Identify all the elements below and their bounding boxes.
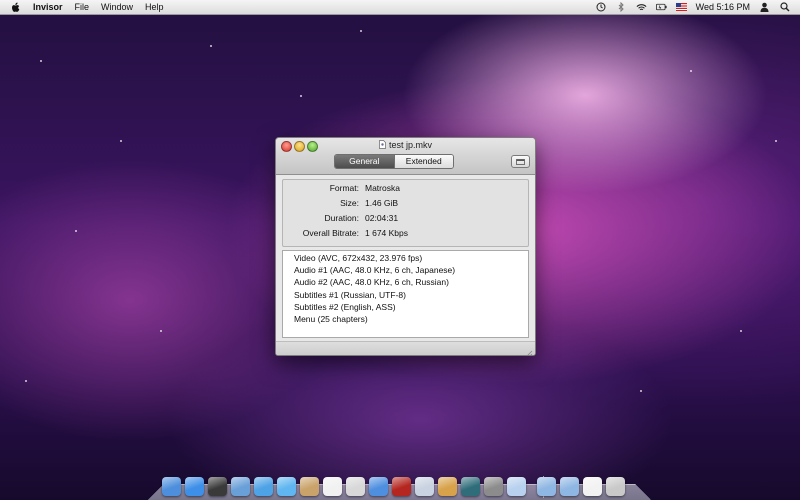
star	[75, 230, 77, 232]
battery-icon[interactable]	[655, 2, 667, 12]
window-title: test jp.mkv	[388, 140, 432, 150]
star	[690, 70, 692, 72]
trash-icon[interactable]	[606, 477, 625, 496]
dock	[148, 462, 651, 500]
menu-app-name[interactable]: Invisor	[33, 0, 63, 14]
duration-value: 02:04:31	[365, 213, 399, 223]
tab-extended[interactable]: Extended	[393, 155, 453, 168]
user-icon[interactable]	[759, 2, 770, 12]
star	[360, 30, 362, 32]
inspector-window: test jp.mkv General Extended Format: Mat…	[275, 137, 536, 356]
list-item[interactable]: Subtitles #1 (Russian, UTF-8)	[294, 290, 406, 300]
bitrate-label: Overall Bitrate:	[302, 228, 359, 238]
star	[25, 380, 27, 382]
ical-icon[interactable]	[323, 477, 342, 496]
us-flag-icon[interactable]	[675, 2, 687, 12]
dashboard-icon[interactable]	[208, 477, 227, 496]
mail-icon[interactable]	[231, 477, 250, 496]
resize-grip-icon[interactable]	[525, 345, 533, 355]
time-machine-status-icon[interactable]	[596, 2, 607, 12]
list-item[interactable]: Subtitles #2 (English, ASS)	[294, 302, 396, 312]
info-row-size: Size: 1.46 GiB	[283, 198, 528, 212]
bluetooth-icon[interactable]	[616, 2, 627, 12]
size-value: 1.46 GiB	[365, 198, 399, 208]
window-titlebar[interactable]: test jp.mkv General Extended	[276, 138, 535, 175]
spotlight-icon[interactable]	[779, 2, 790, 12]
info-row-format: Format: Matroska	[283, 183, 528, 197]
info-row-bitrate: Overall Bitrate: 1 674 Kbps	[283, 228, 528, 242]
star	[160, 330, 162, 332]
list-item[interactable]: Menu (25 chapters)	[294, 314, 368, 324]
preview-icon[interactable]	[346, 477, 365, 496]
view-segmented-control: General Extended	[334, 154, 454, 169]
duration-label: Duration:	[324, 213, 360, 223]
menu-window[interactable]: Window	[101, 0, 133, 14]
documents-folder-icon[interactable]	[560, 477, 579, 496]
document-stack-icon[interactable]	[583, 477, 602, 496]
star	[40, 60, 42, 62]
garageband-icon[interactable]	[438, 477, 457, 496]
window-bottom-bar	[276, 341, 535, 355]
star	[210, 45, 212, 47]
format-label: Format:	[329, 183, 359, 193]
help-viewer-icon[interactable]	[507, 477, 526, 496]
system-preferences-icon[interactable]	[484, 477, 503, 496]
format-value: Matroska	[365, 183, 400, 193]
star	[640, 390, 642, 392]
general-info-panel: Format: Matroska Size: 1.46 GiB Duration…	[282, 179, 529, 247]
finder-icon[interactable]	[162, 477, 181, 496]
star	[775, 140, 777, 142]
menu-bar: Invisor File Window Help Wed 5:16 PM	[0, 0, 800, 15]
applications-folder-icon[interactable]	[537, 477, 556, 496]
menubar-clock[interactable]: Wed 5:16 PM	[696, 0, 750, 14]
streams-list[interactable]: Video (AVC, 672x432, 23.976 fps) Audio #…	[282, 250, 529, 338]
document-icon	[379, 140, 386, 149]
itunes-icon[interactable]	[369, 477, 388, 496]
star	[120, 140, 122, 142]
menu-file[interactable]: File	[75, 0, 90, 14]
list-item[interactable]: Audio #2 (AAC, 48.0 KHz, 6 ch, Russian)	[294, 277, 449, 287]
ichat-icon[interactable]	[277, 477, 296, 496]
size-label: Size:	[340, 198, 359, 208]
info-row-duration: Duration: 02:04:31	[283, 213, 528, 227]
window-title-area: test jp.mkv	[276, 140, 535, 150]
tab-general[interactable]: General	[335, 155, 394, 168]
safari-icon[interactable]	[254, 477, 273, 496]
list-item[interactable]: Audio #1 (AAC, 48.0 KHz, 6 ch, Japanese)	[294, 265, 455, 275]
time-machine-icon[interactable]	[461, 477, 480, 496]
iphoto-icon[interactable]	[415, 477, 434, 496]
toolbar-toggle-button[interactable]	[511, 155, 530, 168]
wifi-icon[interactable]	[636, 2, 647, 12]
star	[300, 95, 302, 97]
bitrate-value: 1 674 Kbps	[365, 228, 409, 238]
address-book-icon[interactable]	[300, 477, 319, 496]
app-store-icon[interactable]	[185, 477, 204, 496]
list-item[interactable]: Video (AVC, 672x432, 23.976 fps)	[294, 253, 422, 263]
menu-help[interactable]: Help	[145, 0, 164, 14]
star	[740, 330, 742, 332]
apple-menu-icon[interactable]	[10, 1, 22, 13]
photo-booth-icon[interactable]	[392, 477, 411, 496]
